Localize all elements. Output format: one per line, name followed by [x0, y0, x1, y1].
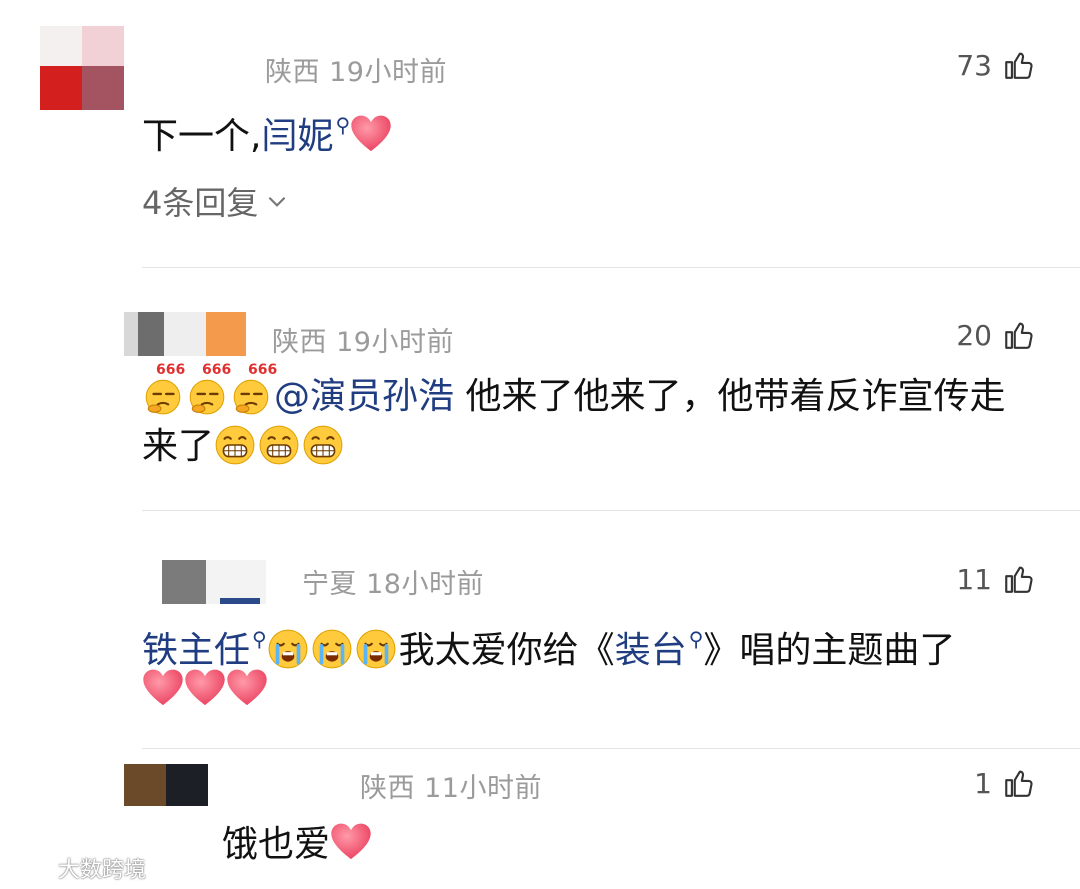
comment-meta: 陕西 19小时前 — [265, 50, 447, 89]
comment-text: 饿也爱 — [222, 818, 372, 872]
search-icon: ⚲ — [688, 627, 704, 651]
comment-text-line2: 来了 — [142, 420, 346, 474]
thinking-666-emoji — [230, 374, 272, 416]
search-icon: ⚲ — [252, 627, 267, 651]
comment-meta: 宁夏 18小时前 — [302, 562, 484, 601]
heart-icon — [142, 668, 184, 708]
like-count: 11 — [956, 562, 992, 596]
topic-link[interactable]: 闫妮 ⚲ — [261, 113, 350, 157]
weibo-logo-icon — [10, 858, 52, 879]
emoji-caption: 666 — [202, 362, 232, 378]
topic-link[interactable]: 装台 ⚲ — [614, 627, 704, 671]
emoji-caption: 666 — [156, 362, 186, 378]
emoji-caption: 666 — [248, 362, 278, 378]
thumbs-up-icon — [1002, 766, 1036, 800]
timestamp: 19小时前 — [336, 327, 454, 358]
comment-text-plain: 下一个, — [142, 116, 262, 157]
avatar[interactable] — [150, 556, 290, 606]
crying-emoji — [311, 628, 353, 670]
like-count: 73 — [956, 48, 992, 82]
chevron-down-icon — [269, 196, 286, 207]
view-replies-button[interactable]: 4条回复 — [142, 178, 290, 224]
reply-count: 4条回复 — [142, 184, 259, 222]
divider — [142, 748, 1080, 749]
thinking-666-emoji — [186, 374, 228, 416]
location: 宁夏 — [302, 569, 357, 600]
thumbs-up-icon — [1002, 318, 1036, 352]
search-icon: ⚲ — [335, 113, 351, 137]
mention-link[interactable]: @演员孙浩 — [274, 376, 454, 417]
timestamp: 11小时前 — [424, 773, 542, 804]
comment-text-plain: 他来了他来了，他带着反诈宣传走 — [454, 376, 1006, 417]
like-button[interactable]: 1 — [974, 766, 1036, 800]
heart-icon — [184, 668, 226, 708]
crying-emoji — [267, 628, 309, 670]
comment-text: 666 666 666 @演员孙浩 他来了他来了，他带着反诈宣传走 — [142, 362, 1006, 424]
like-button[interactable]: 73 — [956, 48, 1036, 82]
crying-emoji — [355, 628, 397, 670]
timestamp: 18小时前 — [366, 569, 484, 600]
topic-link-label: 装台 — [614, 630, 687, 671]
grin-emoji — [214, 424, 256, 466]
watermark: 大数跨境 — [8, 852, 146, 884]
avatar[interactable] — [124, 312, 254, 356]
divider — [142, 267, 1080, 268]
timestamp: 19小时前 — [329, 57, 447, 88]
like-count: 1 — [974, 766, 992, 800]
comment-meta: 陕西 11小时前 — [360, 766, 542, 805]
thumbs-up-icon — [1002, 48, 1036, 82]
like-count: 20 — [956, 318, 992, 352]
comment-text-line2 — [142, 664, 268, 718]
location: 陕西 — [360, 773, 415, 804]
comment-text-plain: 来了 — [142, 426, 215, 467]
thinking-666-emoji — [142, 374, 184, 416]
location: 陕西 — [272, 327, 327, 358]
heart-icon — [330, 822, 372, 862]
comment-meta: 陕西 19小时前 — [272, 320, 454, 359]
topic-link-label: 闫妮 — [261, 116, 334, 157]
heart-icon — [350, 114, 392, 154]
location: 陕西 — [265, 57, 320, 88]
comment-text-plain: 我太爱你给《 — [398, 630, 615, 671]
comment-text: 下一个,闫妮 ⚲ — [142, 98, 392, 164]
heart-icon — [226, 668, 268, 708]
like-button[interactable]: 20 — [956, 318, 1036, 352]
avatar[interactable] — [40, 26, 124, 110]
grin-emoji — [258, 424, 300, 466]
thumbs-up-icon — [1002, 562, 1036, 596]
divider — [142, 510, 1080, 511]
like-button[interactable]: 11 — [956, 562, 1036, 596]
avatar[interactable] — [124, 764, 214, 806]
comment-text-plain: 》唱的主题曲了 — [703, 630, 956, 671]
watermark-text: 大数跨境 — [58, 858, 147, 883]
comment-text-plain: 饿也爱 — [222, 824, 331, 865]
grin-emoji — [302, 424, 344, 466]
